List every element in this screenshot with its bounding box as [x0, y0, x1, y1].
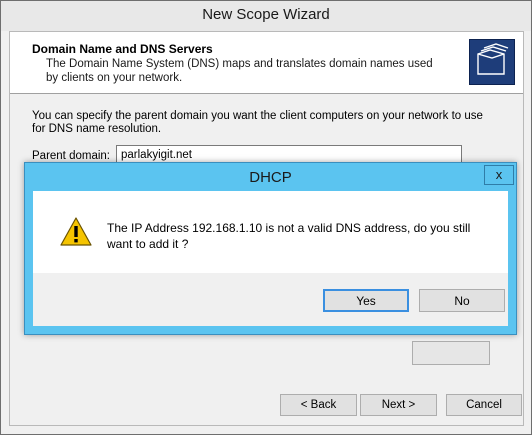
dialog-footer: Yes No [33, 273, 508, 326]
dialog-title: DHCP [249, 169, 292, 186]
wizard-titlebar[interactable]: New Scope Wizard [1, 1, 531, 31]
wizard-title: New Scope Wizard [202, 6, 330, 23]
wizard-header: Domain Name and DNS Servers The Domain N… [10, 32, 523, 94]
header-title: Domain Name and DNS Servers [32, 42, 213, 56]
obscured-button [412, 341, 490, 365]
back-button[interactable]: < Back [280, 394, 357, 416]
folder-stack-icon [469, 39, 515, 85]
header-description: The Domain Name System (DNS) maps and tr… [46, 58, 433, 84]
parent-domain-label: Parent domain: [32, 150, 110, 162]
next-button[interactable]: Next > [360, 394, 437, 416]
intro-text: You can specify the parent domain you wa… [32, 110, 483, 135]
close-button[interactable]: x [484, 165, 514, 185]
dialog-message: The IP Address 192.168.1.10 is not a val… [107, 221, 471, 251]
dialog-content: The IP Address 192.168.1.10 is not a val… [33, 191, 508, 273]
no-button[interactable]: No [419, 289, 505, 312]
cancel-button[interactable]: Cancel [446, 394, 522, 416]
yes-button[interactable]: Yes [323, 289, 409, 312]
dhcp-dialog: DHCP x The IP Address 192.168.1.10 is no… [24, 162, 517, 335]
warning-icon [59, 216, 93, 248]
